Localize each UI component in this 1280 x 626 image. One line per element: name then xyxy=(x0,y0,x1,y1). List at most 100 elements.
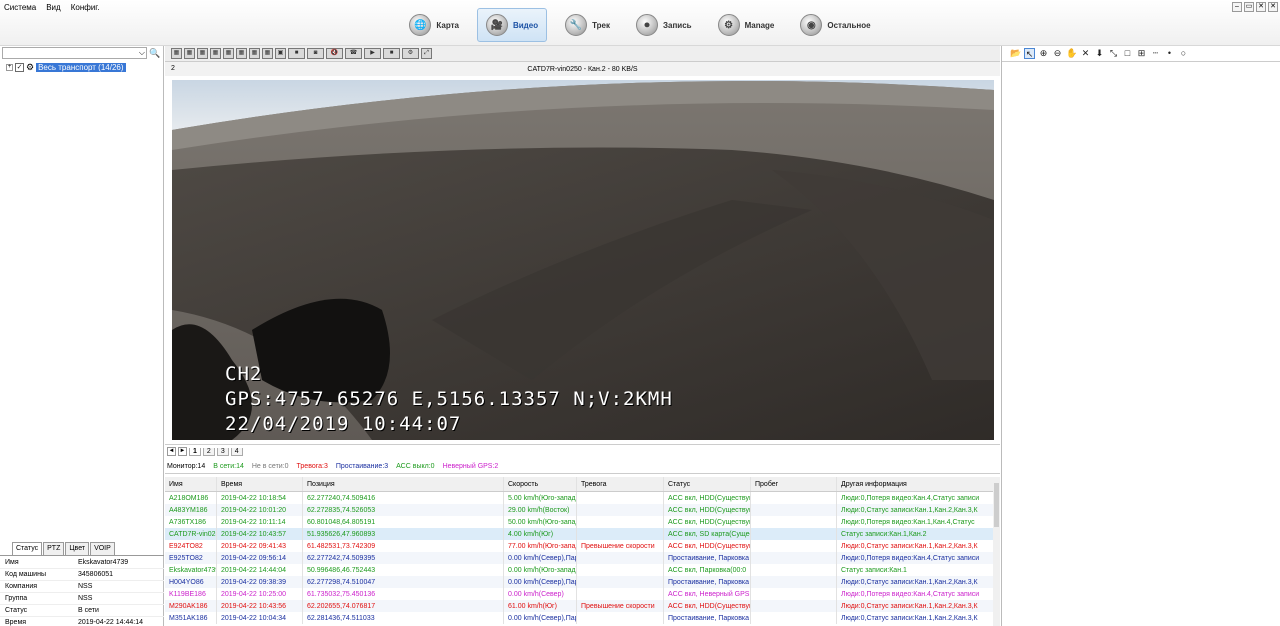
download-icon[interactable]: ⬇ xyxy=(1094,48,1105,59)
table-cell: Люди:0,Потеря видео:Кан.4,Статус записи xyxy=(841,494,980,502)
restore-button[interactable]: ▭ xyxy=(1244,2,1254,12)
page-tab-3[interactable]: 3 xyxy=(216,447,229,456)
column-header[interactable]: Позиция xyxy=(303,477,504,491)
table-cell: 0.00 km/h(Север),Парковка xyxy=(504,552,577,564)
column-header[interactable]: Статус xyxy=(664,477,751,491)
table-scrollbar[interactable] xyxy=(993,479,1000,626)
track-icon: 🔧 xyxy=(565,14,588,36)
property-value: 2019-04-22 14:44:14 xyxy=(78,619,143,626)
play-icon[interactable]: ▶ xyxy=(364,48,381,59)
table-cell: Простаивание, Парковка xyxy=(664,552,751,564)
column-header[interactable]: Время xyxy=(217,477,303,491)
table-cell: E925TO82 xyxy=(165,552,217,564)
volume-icon[interactable]: 🔇 xyxy=(326,48,343,59)
column-header[interactable]: Пробег xyxy=(751,477,837,491)
column-header[interactable]: Другая информация xyxy=(837,477,987,491)
table-row[interactable]: Ekskavator4739 2019-04-22 14:44:04 50.9964… xyxy=(165,564,1000,576)
point-icon[interactable]: • xyxy=(1164,48,1175,59)
table-cell xyxy=(577,492,664,504)
record-icon[interactable]: ■ xyxy=(383,48,400,59)
intercom-icon[interactable]: ☎ xyxy=(345,48,362,59)
measure-icon[interactable]: ✕ xyxy=(1080,48,1091,59)
property-value: В сети xyxy=(78,607,99,614)
next-page-icon[interactable]: ► xyxy=(178,447,187,456)
properties-tabs: Статус PTZ Цвет VOIP xyxy=(0,542,164,556)
record-icon: ⏺ xyxy=(636,14,658,36)
table-row[interactable]: E925TO82 2019-04-22 09:56:14 62.277242,74.… xyxy=(165,552,1000,564)
page-tab-2[interactable]: 2 xyxy=(202,447,215,456)
search-icon[interactable]: 🔍 xyxy=(149,47,161,59)
table-row[interactable]: CATD7R-vin02502019-04-22 10:43:5751.9356… xyxy=(165,528,1000,540)
page-tab-4[interactable]: 4 xyxy=(230,447,243,456)
status-counter: Неверный GPS:2 xyxy=(442,463,499,470)
tab-0[interactable]: Статус xyxy=(12,542,43,555)
video-window-number: 2 xyxy=(171,65,175,72)
layout-13-icon[interactable]: ▦ xyxy=(249,48,260,59)
zoom-in-icon[interactable]: ⊕ xyxy=(1038,48,1049,59)
pan-hand-icon[interactable]: ✋ xyxy=(1066,48,1077,59)
column-header[interactable]: Тревога xyxy=(577,477,664,491)
menu-item[interactable]: Конфиг. xyxy=(71,3,100,12)
column-header[interactable]: Имя xyxy=(165,477,217,491)
osd-channel: CH2 xyxy=(225,363,263,385)
chevron-down-icon[interactable]: ⌵ xyxy=(139,48,145,58)
menu-item[interactable]: Система xyxy=(4,3,36,12)
table-row[interactable]: A483YM186 2019-04-22 10:01:20 62.272835,74… xyxy=(165,504,1000,516)
tab-1[interactable]: PTZ xyxy=(43,542,65,555)
scrollbar-thumb[interactable] xyxy=(994,483,999,527)
vehicle-search-input[interactable]: ⌵ xyxy=(2,47,147,59)
table-row[interactable]: A736TX186 2019-04-22 10:11:14 60.801048,64… xyxy=(165,516,1000,528)
close-app-button[interactable]: ✕ xyxy=(1268,2,1278,12)
page-tab-1[interactable]: 1 xyxy=(189,447,201,456)
video-feed[interactable]: CH2 GPS:4757.65276 E,5156.13357 N;V:2KMH… xyxy=(172,80,994,440)
table-cell xyxy=(577,588,664,600)
close-button[interactable]: ✕ xyxy=(1256,2,1266,12)
menu-item[interactable]: Вид xyxy=(46,3,60,12)
settings-icon[interactable]: ⚙ xyxy=(402,48,419,59)
table-cell xyxy=(751,576,837,588)
tree-checkbox[interactable]: ✓ xyxy=(15,63,24,72)
property-row: Статус В сети xyxy=(0,605,164,617)
status-counter: Монитор:14 xyxy=(167,463,206,470)
table-row[interactable]: M290AK186 2019-04-22 10:43:56 62.202655,74… xyxy=(165,600,1000,612)
select-cursor-icon[interactable]: ↖ xyxy=(1024,48,1035,59)
table-cell: M290AK186 xyxy=(165,600,217,612)
layout-10-icon[interactable]: ▦ xyxy=(236,48,247,59)
table-cell: 2019-04-22 10:04:34 xyxy=(217,612,303,624)
tab-2[interactable]: Цвет xyxy=(65,542,90,555)
tab-3[interactable]: VOIP xyxy=(90,542,115,555)
open-folder-icon[interactable]: 📂 xyxy=(1010,48,1021,59)
layout-16-icon[interactable]: ▦ xyxy=(262,48,273,59)
table-cell: ACC вкл, Парковка(00:0 xyxy=(664,564,751,576)
snapshot-icon[interactable]: ◙ xyxy=(307,48,324,59)
table-row[interactable]: H004YO86 2019-04-22 09:38:39 62.277298,74.… xyxy=(165,576,1000,588)
expand-icon[interactable]: ⤢ xyxy=(421,48,432,59)
table-cell xyxy=(751,492,837,504)
prev-page-icon[interactable]: ◄ xyxy=(167,447,176,456)
layout-4-icon[interactable]: ▦ xyxy=(184,48,195,59)
grid-icon[interactable]: ⊞ xyxy=(1136,48,1147,59)
line-icon[interactable]: ┄ xyxy=(1150,48,1161,59)
stop-icon[interactable]: ■ xyxy=(288,48,305,59)
layout-8-icon[interactable]: ▦ xyxy=(210,48,221,59)
zoom-out-icon[interactable]: ⊖ xyxy=(1052,48,1063,59)
vehicle-status-summary: Монитор:14 В сети:14 Не в сети:0 Тревога:3 П… xyxy=(165,460,1000,474)
column-header[interactable]: Скорость xyxy=(504,477,577,491)
layout-9-icon[interactable]: ▦ xyxy=(223,48,234,59)
expand-icon[interactable]: + xyxy=(6,64,13,71)
square-icon[interactable]: □ xyxy=(1122,48,1133,59)
property-key: Время xyxy=(5,619,27,626)
table-row[interactable]: E924TO82 2019-04-22 09:41:43 61.482531,73.… xyxy=(165,540,1000,552)
tree-root-item[interactable]: + ✓ ⚙ Весь транспорт (14/26) xyxy=(0,60,163,75)
circle-icon[interactable]: ○ xyxy=(1178,48,1189,59)
table-row[interactable]: M351AK186 2019-04-22 10:04:34 62.281436,74… xyxy=(165,612,1000,624)
table-row[interactable]: A218OM186 2019-04-22 10:18:54 62.277240,74… xyxy=(165,492,1000,504)
fit-icon[interactable]: ⤡ xyxy=(1108,48,1119,59)
layout-6-icon[interactable]: ▦ xyxy=(197,48,208,59)
fullscreen-icon[interactable]: ▣ xyxy=(275,48,286,59)
layout-1-icon[interactable]: ▦ xyxy=(171,48,182,59)
table-cell: 2019-04-22 09:56:14 xyxy=(217,552,303,564)
minimize-button[interactable]: – xyxy=(1232,2,1242,12)
table-row[interactable]: K119BE186 2019-04-22 10:25:00 61.735032,75… xyxy=(165,588,1000,600)
table-cell: 4.00 km/h(Юг) xyxy=(504,528,577,540)
